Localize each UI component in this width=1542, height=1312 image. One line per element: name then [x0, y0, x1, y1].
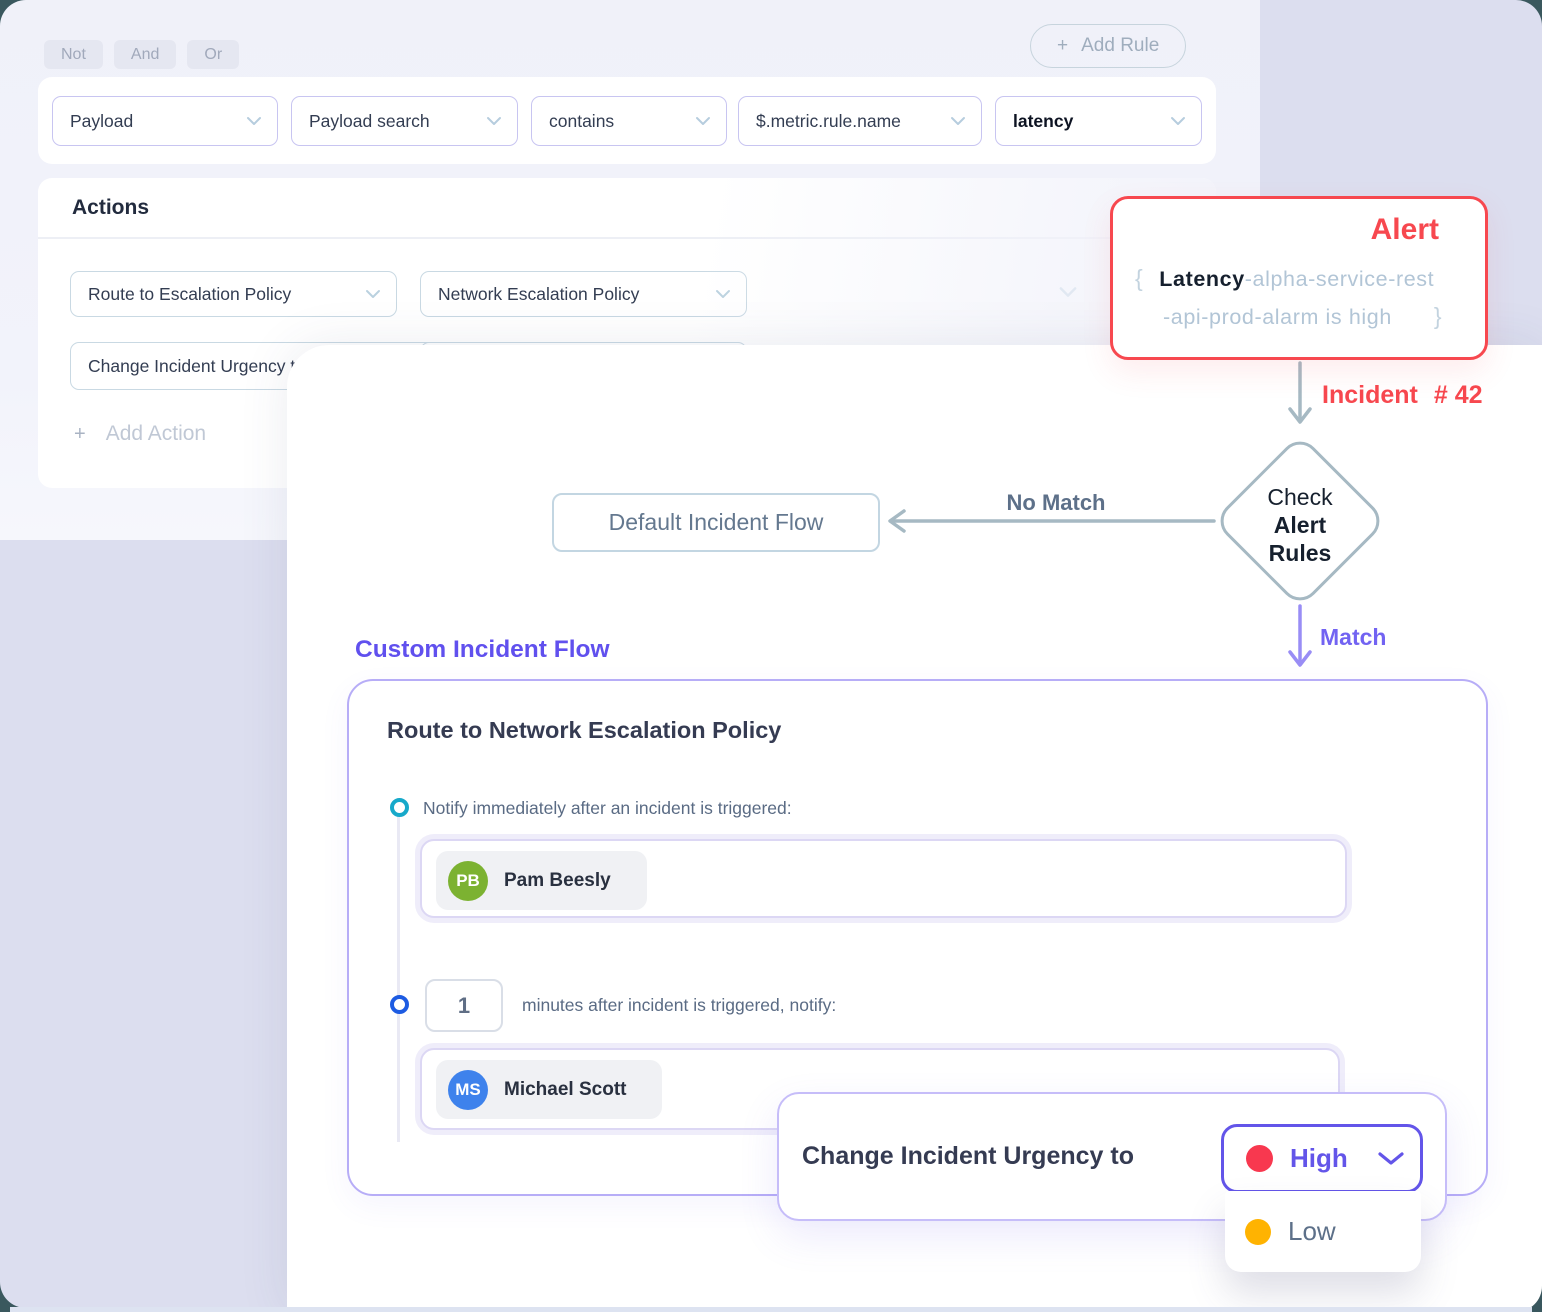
- incident-number-label: Incident # 42: [1322, 381, 1483, 410]
- match-label: Match: [1320, 624, 1386, 651]
- arrow-down-match: [1283, 604, 1317, 678]
- step2-radio[interactable]: [390, 995, 409, 1014]
- diamond-text: Check Alert Rules: [1218, 443, 1382, 607]
- chevron-down-icon: [1377, 1151, 1405, 1166]
- page: Not And Or + Add Rule Payload Payload se…: [0, 0, 1542, 1312]
- logic-and-button[interactable]: And: [114, 40, 176, 69]
- step1-label: Notify immediately after an incident is …: [423, 798, 792, 819]
- minutes-input[interactable]: 1: [425, 979, 503, 1032]
- dropdown-value: Payload: [70, 111, 133, 132]
- add-rule-label: Add Rule: [1081, 35, 1159, 57]
- bottom-edge: [10, 1307, 1532, 1312]
- alert-payload-line1: { Latency-alpha-service-rest: [1135, 265, 1434, 292]
- custom-incident-flow-title: Custom Incident Flow: [355, 636, 610, 664]
- chevron-down-icon: [695, 116, 711, 126]
- actions-title: Actions: [72, 196, 149, 220]
- flow-card-title: Route to Network Escalation Policy: [387, 717, 781, 744]
- dropdown-value: Payload search: [309, 111, 430, 132]
- chevron-down-icon: [1170, 116, 1186, 126]
- plus-icon: +: [1057, 35, 1068, 57]
- chevron-down-icon: [950, 116, 966, 126]
- rule-condition-bar: Payload Payload search contains $.metric…: [38, 77, 1216, 164]
- urgency-label: Change Incident Urgency to: [802, 1142, 1134, 1171]
- alert-payload-line2: -api-prod-alarm is high}: [1163, 303, 1442, 330]
- rule-value-dropdown[interactable]: latency: [995, 96, 1202, 146]
- urgency-selected-value: High: [1290, 1143, 1348, 1174]
- chevron-down-icon: [715, 289, 731, 299]
- chevron-down-icon: [365, 289, 381, 299]
- add-rule-button[interactable]: + Add Rule: [1030, 24, 1186, 68]
- no-match-label: No Match: [976, 490, 1136, 516]
- action-type-dropdown[interactable]: Route to Escalation Policy: [70, 271, 397, 317]
- rule-subfield-dropdown[interactable]: Payload search: [291, 96, 518, 146]
- alert-title: Alert: [1371, 213, 1439, 247]
- incident-word: Incident: [1322, 381, 1418, 410]
- step2-label: minutes after incident is triggered, not…: [522, 995, 836, 1016]
- urgency-option-label: Low: [1288, 1216, 1336, 1247]
- check-alert-rules-node: Check Alert Rules: [1212, 433, 1387, 608]
- divider: [38, 237, 1216, 239]
- dropdown-value: Network Escalation Policy: [438, 284, 639, 305]
- diamond-line: Check: [1267, 483, 1332, 511]
- incident-number: # 42: [1434, 381, 1483, 410]
- logic-or-button[interactable]: Or: [187, 40, 239, 69]
- close-brace: }: [1434, 303, 1442, 329]
- user-chip[interactable]: PB Pam Beesly: [436, 851, 647, 910]
- logic-operator-group: Not And Or: [44, 40, 239, 69]
- diamond-line: Alert: [1274, 511, 1326, 539]
- step1-radio[interactable]: [390, 798, 409, 817]
- chevron-down-icon: [486, 116, 502, 126]
- dropdown-value: $.metric.rule.name: [756, 111, 901, 132]
- urgency-select[interactable]: High: [1221, 1124, 1423, 1193]
- chevron-down-icon: [246, 116, 262, 126]
- plus-icon: +: [74, 423, 86, 446]
- rule-operator-dropdown[interactable]: contains: [531, 96, 727, 146]
- rule-path-dropdown[interactable]: $.metric.rule.name: [738, 96, 982, 146]
- escalation-policy-dropdown[interactable]: Network Escalation Policy: [420, 271, 747, 317]
- open-brace: {: [1135, 265, 1143, 291]
- background-lower-left: [0, 540, 287, 1308]
- add-action-button[interactable]: + Add Action: [74, 422, 206, 446]
- user-name: Pam Beesly: [504, 870, 611, 892]
- diamond-line: Rules: [1269, 539, 1332, 567]
- avatar: MS: [448, 1070, 488, 1110]
- add-action-label: Add Action: [106, 422, 206, 446]
- default-incident-flow-node: Default Incident Flow: [552, 493, 880, 552]
- timeline-connector: [397, 816, 400, 1142]
- urgency-option-low[interactable]: Low: [1225, 1191, 1421, 1272]
- user-name: Michael Scott: [504, 1079, 626, 1101]
- logic-not-button[interactable]: Not: [44, 40, 103, 69]
- step1-user-field[interactable]: PB Pam Beesly: [420, 839, 1347, 918]
- arrow-down: [1283, 361, 1317, 435]
- dropdown-value: contains: [549, 111, 614, 132]
- alert-metric-name: Latency: [1159, 267, 1244, 291]
- chevron-down-icon: [1058, 285, 1078, 303]
- alert-metric-line2: -api-prod-alarm is high: [1163, 305, 1392, 329]
- avatar: PB: [448, 861, 488, 901]
- dropdown-value: Route to Escalation Policy: [88, 284, 291, 305]
- dropdown-value: latency: [1013, 111, 1073, 132]
- high-urgency-dot-icon: [1246, 1145, 1273, 1172]
- dropdown-value: Change Incident Urgency to: [88, 356, 305, 377]
- alert-metric-rest: -alpha-service-rest: [1245, 267, 1434, 291]
- rule-field-dropdown[interactable]: Payload: [52, 96, 278, 146]
- user-chip[interactable]: MS Michael Scott: [436, 1060, 662, 1119]
- low-urgency-dot-icon: [1245, 1219, 1271, 1245]
- alert-card: Alert { Latency-alpha-service-rest -api-p…: [1110, 196, 1488, 360]
